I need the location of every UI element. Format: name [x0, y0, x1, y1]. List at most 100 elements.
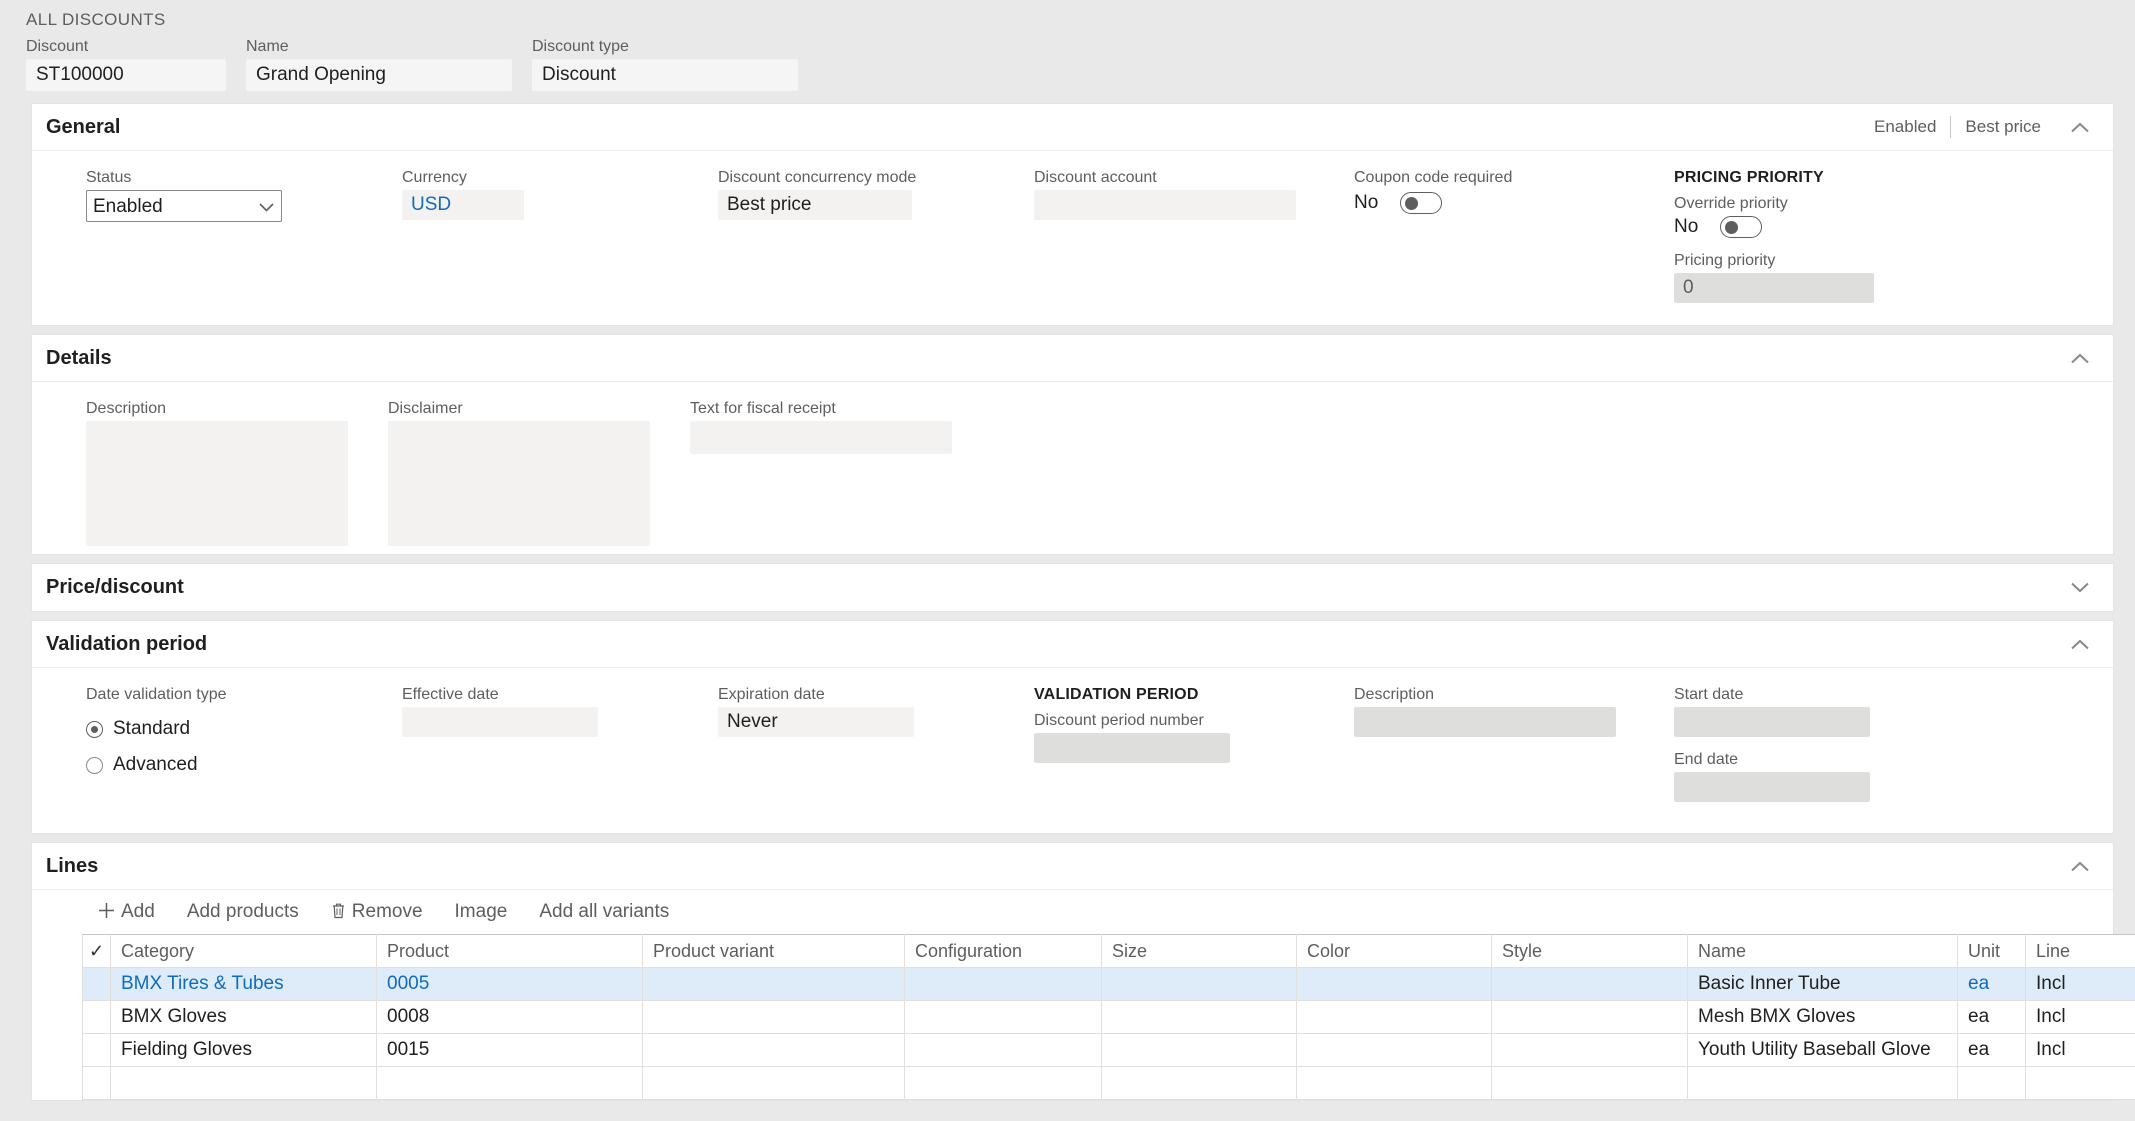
fiscal-receipt-label: Text for fiscal receipt — [690, 400, 836, 417]
cell-product-variant[interactable] — [642, 1066, 905, 1100]
chevron-up-icon[interactable] — [2069, 633, 2091, 655]
name-input[interactable]: Grand Opening — [246, 59, 512, 91]
chevron-up-icon[interactable] — [2069, 347, 2091, 369]
concurrency-value[interactable]: Best price — [718, 190, 912, 220]
discount-period-number-input[interactable] — [1034, 733, 1230, 763]
add-button[interactable]: Add — [82, 897, 171, 927]
description-textarea[interactable] — [86, 421, 348, 546]
cell-style[interactable] — [1491, 1000, 1688, 1034]
cell-size[interactable] — [1101, 1033, 1297, 1067]
effective-date-input[interactable] — [402, 707, 598, 737]
cell-name[interactable]: Basic Inner Tube — [1687, 967, 1958, 1001]
cell-line[interactable]: Incl — [2025, 967, 2135, 1001]
fiscal-receipt-input[interactable] — [690, 421, 952, 454]
validation-period-section-header[interactable]: Validation period — [32, 621, 2113, 668]
cell-size[interactable] — [1101, 1066, 1297, 1100]
column-header-color[interactable]: Color — [1296, 934, 1492, 968]
cell-unit[interactable]: ea — [1957, 1033, 2026, 1067]
cell-name[interactable] — [1687, 1066, 1958, 1100]
cell-name[interactable]: Mesh BMX Gloves — [1687, 1000, 1958, 1034]
cell-style[interactable] — [1491, 1066, 1688, 1100]
coupon-toggle[interactable] — [1400, 192, 1442, 214]
column-header-category[interactable]: Category — [110, 934, 377, 968]
column-header-style[interactable]: Style — [1491, 934, 1688, 968]
currency-value[interactable]: USD — [402, 190, 524, 220]
table-row[interactable]: Fielding Gloves 0015 Youth Utility Baseb… — [82, 1033, 2135, 1067]
cell-product[interactable]: 0015 — [376, 1033, 643, 1067]
cell-line[interactable]: Incl — [2025, 1033, 2135, 1067]
column-header-product-variant[interactable]: Product variant — [642, 934, 905, 968]
cell-unit[interactable] — [1957, 1066, 2026, 1100]
cell-product[interactable]: 0008 — [376, 1000, 643, 1034]
radio-advanced[interactable]: Advanced — [86, 754, 402, 776]
radio-standard[interactable]: Standard — [86, 718, 402, 740]
cell-unit[interactable]: ea — [1957, 967, 2026, 1001]
cell-size[interactable] — [1101, 967, 1297, 1001]
cell-category[interactable] — [110, 1066, 377, 1100]
column-header-line[interactable]: Line — [2025, 934, 2135, 968]
trash-icon — [331, 902, 346, 923]
cell-color[interactable] — [1296, 1033, 1492, 1067]
price-discount-section-header[interactable]: Price/discount — [32, 564, 2113, 611]
status-select[interactable]: Enabled — [86, 190, 282, 222]
cell-style[interactable] — [1491, 1033, 1688, 1067]
discount-type-label: Discount type — [532, 38, 629, 55]
discount-type-input[interactable]: Discount — [532, 59, 798, 91]
row-checkbox[interactable] — [82, 1066, 111, 1100]
breadcrumb[interactable]: ALL DISCOUNTS — [26, 10, 2135, 30]
discount-input[interactable]: ST100000 — [26, 59, 226, 91]
column-header-size[interactable]: Size — [1101, 934, 1297, 968]
column-header-unit[interactable]: Unit — [1957, 934, 2026, 968]
table-row[interactable]: BMX Tires & Tubes 0005 Basic Inner Tube … — [82, 967, 2135, 1001]
disclaimer-textarea[interactable] — [388, 421, 650, 546]
table-row[interactable] — [82, 1066, 2135, 1100]
period-description-input[interactable] — [1354, 707, 1616, 737]
row-checkbox[interactable] — [82, 1033, 111, 1067]
cell-configuration[interactable] — [904, 1033, 1102, 1067]
cell-product-variant[interactable] — [642, 1000, 905, 1034]
cell-configuration[interactable] — [904, 1000, 1102, 1034]
details-section-header[interactable]: Details — [32, 335, 2113, 382]
cell-style[interactable] — [1491, 967, 1688, 1001]
cell-line[interactable] — [2025, 1066, 2135, 1100]
cell-line[interactable]: Incl — [2025, 1000, 2135, 1034]
header-field-discount-type: Discount type Discount — [532, 38, 798, 91]
column-header-product[interactable]: Product — [376, 934, 643, 968]
column-header-name[interactable]: Name — [1687, 934, 1958, 968]
cell-product[interactable] — [376, 1066, 643, 1100]
cell-product-variant[interactable] — [642, 967, 905, 1001]
cell-color[interactable] — [1296, 967, 1492, 1001]
chevron-down-icon[interactable] — [2069, 577, 2091, 599]
cell-product-variant[interactable] — [642, 1033, 905, 1067]
cell-product[interactable]: 0005 — [376, 967, 643, 1001]
column-header-configuration[interactable]: Configuration — [904, 934, 1102, 968]
cell-color[interactable] — [1296, 1066, 1492, 1100]
add-all-variants-button[interactable]: Add all variants — [523, 897, 685, 927]
cell-configuration[interactable] — [904, 1066, 1102, 1100]
discount-account-value[interactable] — [1034, 190, 1296, 220]
cell-color[interactable] — [1296, 1000, 1492, 1034]
cell-category[interactable]: BMX Gloves — [110, 1000, 377, 1034]
remove-button[interactable]: Remove — [315, 897, 439, 927]
cell-category[interactable]: Fielding Gloves — [110, 1033, 377, 1067]
row-checkbox[interactable] — [82, 1000, 111, 1034]
image-button[interactable]: Image — [439, 897, 524, 927]
chevron-up-icon[interactable] — [2069, 116, 2091, 138]
pricing-priority-value[interactable]: 0 — [1674, 273, 1874, 303]
chevron-up-icon[interactable] — [2069, 855, 2091, 877]
lines-section-header[interactable]: Lines — [32, 843, 2113, 890]
expiration-date-input[interactable]: Never — [718, 707, 914, 737]
start-date-input[interactable] — [1674, 707, 1870, 737]
end-date-input[interactable] — [1674, 772, 1870, 802]
select-all-checkbox[interactable]: ✓ — [82, 934, 111, 968]
override-priority-toggle[interactable] — [1720, 216, 1762, 238]
general-section-header[interactable]: General Enabled Best price — [32, 104, 2113, 151]
cell-category[interactable]: BMX Tires & Tubes — [110, 967, 377, 1001]
row-checkbox[interactable] — [82, 967, 111, 1001]
cell-unit[interactable]: ea — [1957, 1000, 2026, 1034]
cell-configuration[interactable] — [904, 967, 1102, 1001]
add-products-button[interactable]: Add products — [171, 897, 315, 927]
cell-size[interactable] — [1101, 1000, 1297, 1034]
table-row[interactable]: BMX Gloves 0008 Mesh BMX Gloves ea Incl — [82, 1000, 2135, 1034]
cell-name[interactable]: Youth Utility Baseball Glove — [1687, 1033, 1958, 1067]
